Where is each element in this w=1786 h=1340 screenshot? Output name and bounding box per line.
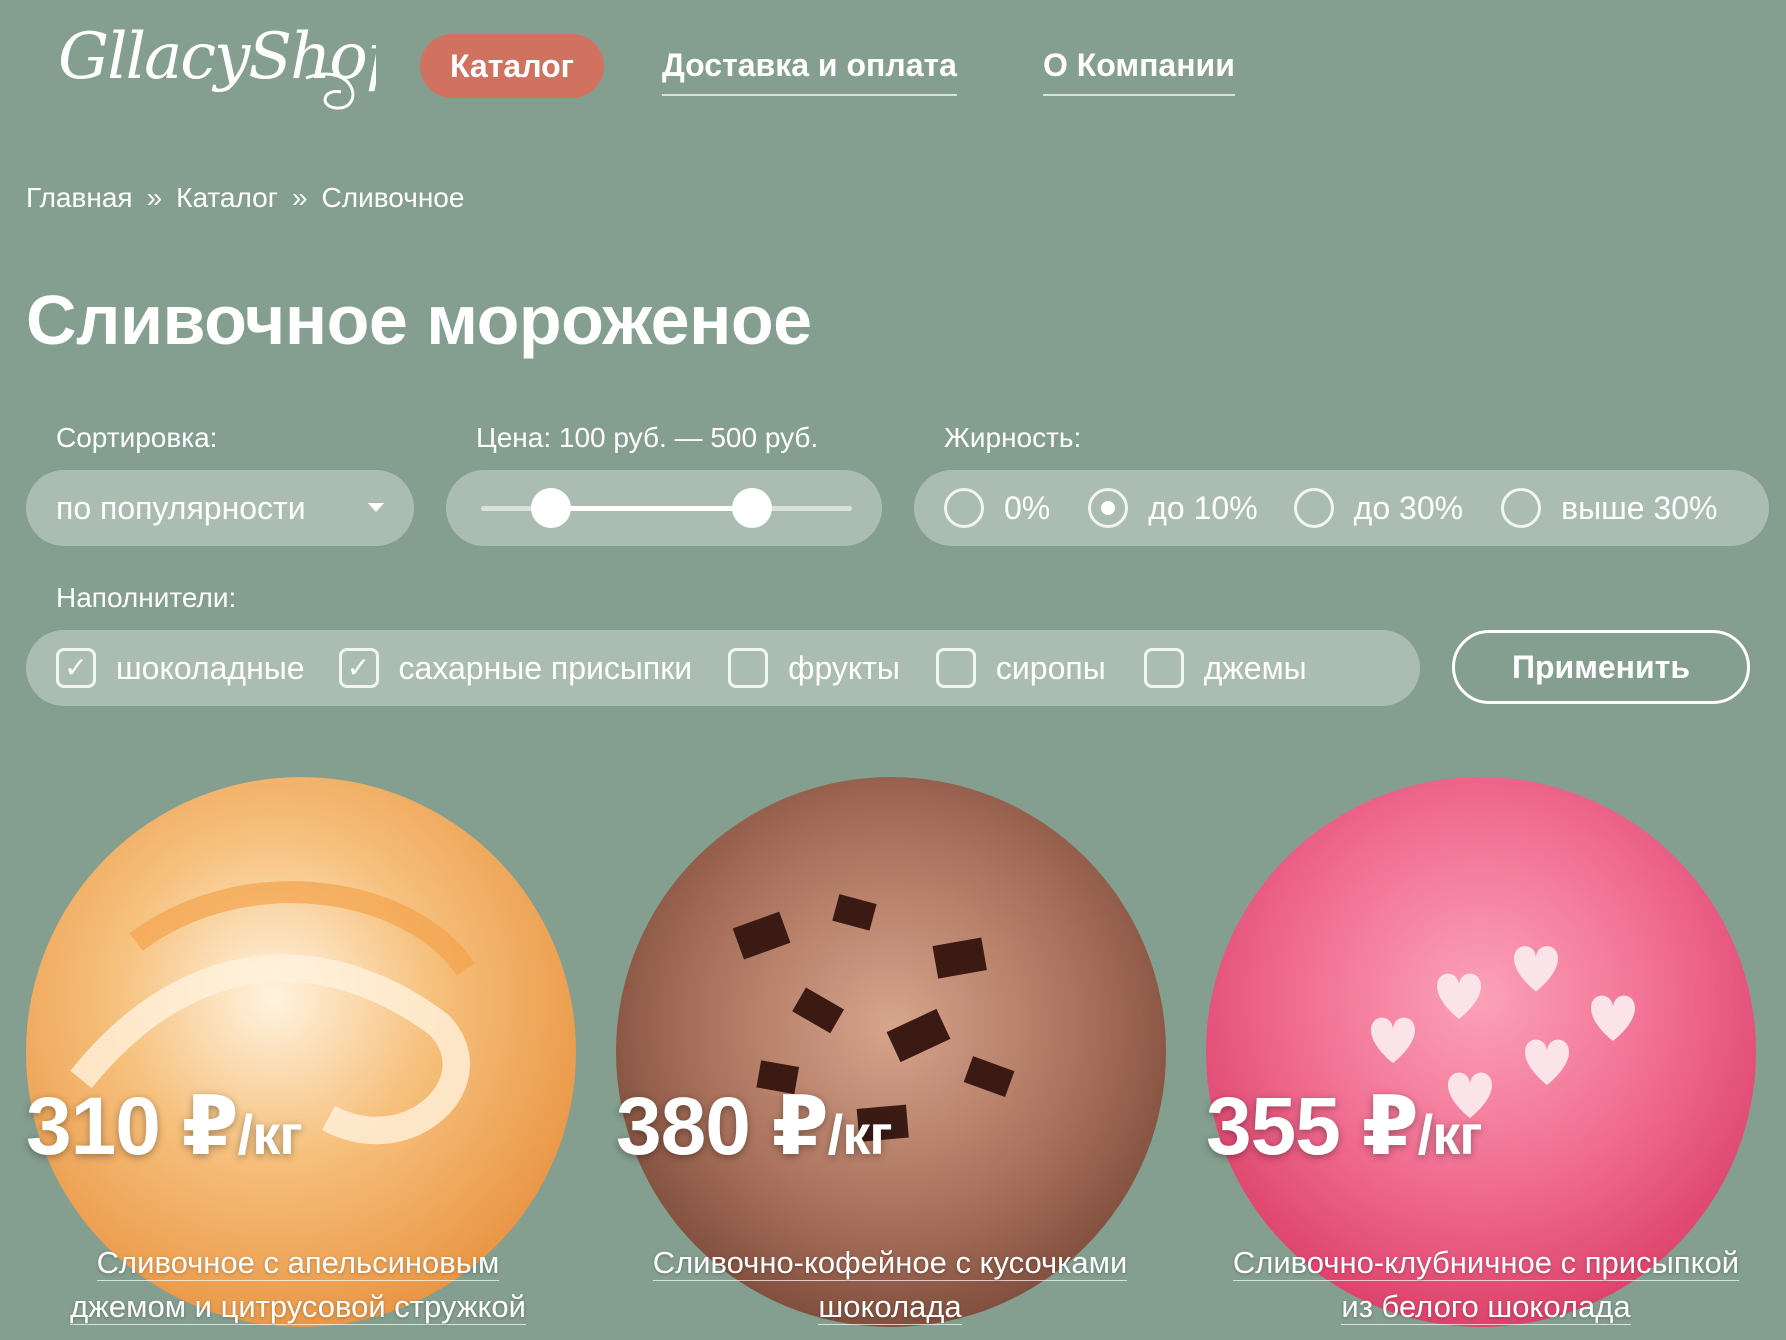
price-unit: /кг [1417,1103,1483,1166]
radio-button[interactable] [1088,488,1129,528]
fillers-label: Наполнители: [56,582,237,613]
breadcrumb-separator: » [146,182,163,213]
filler-option-label: шоколадные [116,649,305,686]
fat-option-label: до 30% [1353,489,1464,526]
checkbox[interactable] [1143,648,1184,688]
catalog-page: GllacyShop Каталог Доставка и оплата О К… [0,0,1786,1340]
price-max-handle[interactable] [731,488,772,528]
product-price: 355 ₽/кг [1206,1079,1483,1174]
product-name-line: шоколада [818,1289,962,1325]
filler-option-syrups[interactable]: сиропы [935,648,1106,688]
filler-option-chocolate[interactable]: ✓ шоколадные [56,648,305,688]
checkbox-checked[interactable]: ✓ [338,648,379,688]
fat-option-30[interactable]: до 30% [1293,488,1464,528]
price-min-handle[interactable] [531,488,572,528]
price-unit: /кг [237,1103,303,1166]
price-range-slider [446,470,882,546]
price-track-fill [551,506,752,511]
product-name-line: Сливочно-клубничное с присыпкой [1232,1245,1740,1281]
radio-button[interactable] [1501,488,1542,528]
price-label: Цена: 100 руб. — 500 руб. [476,422,819,453]
price-value: 355 ₽ [1206,1081,1419,1172]
product-name-link[interactable]: Сливочно-клубничное с присыпкой из белог… [1206,1241,1766,1329]
fat-radio-group: 0% до 10% до 30% выше 30% [914,470,1769,546]
filler-option-label: сиропы [995,649,1106,686]
fat-option-label: выше 30% [1561,489,1718,526]
filler-option-fruits[interactable]: фрукты [728,648,900,688]
page-title: Сливочное мороженое [26,281,812,359]
logo-text: GllacyShop [58,20,376,94]
fat-option-label: 0% [1004,489,1051,526]
filler-option-label: сахарные присыпки [398,649,693,686]
sort-label: Сортировка: [56,422,218,453]
sort-value: по популярности [56,489,306,526]
checkbox-checked[interactable]: ✓ [56,648,96,688]
sort-select[interactable]: по популярности [26,470,414,546]
fat-option-10[interactable]: до 10% [1088,488,1258,528]
logo[interactable]: GllacyShop [56,0,408,130]
price-value: 310 ₽ [26,1081,239,1172]
breadcrumb-catalog[interactable]: Каталог [176,182,278,214]
product-name-line: Сливочно-кофейное с кусочками [652,1245,1128,1281]
product-price: 310 ₽/кг [26,1079,303,1174]
radio-button[interactable] [944,488,984,528]
nav-catalog[interactable]: Каталог [420,34,604,98]
fat-option-over-30[interactable]: выше 30% [1501,488,1717,528]
breadcrumb: Главная » Каталог » Сливочное [26,182,464,214]
fat-option-0[interactable]: 0% [944,488,1050,528]
main-nav: Каталог Доставка и оплата О Компании [420,34,1235,98]
breadcrumb-home[interactable]: Главная [26,182,133,214]
product-price: 380 ₽/кг [616,1079,893,1174]
checkbox[interactable] [935,648,976,688]
breadcrumb-current: Сливочное [321,182,465,213]
fat-option-label: до 10% [1148,489,1258,526]
nav-about[interactable]: О Компании [1042,36,1235,96]
radio-button[interactable] [1293,488,1334,528]
product-name-link[interactable]: Сливочно-кофейное с кусочками шоколада [610,1241,1170,1329]
filler-option-label: джемы [1203,649,1307,686]
breadcrumb-separator: » [291,182,308,213]
filler-option-jams[interactable]: джемы [1143,648,1307,688]
chevron-down-icon [368,503,384,512]
product-name-line: из белого шоколада [1341,1289,1631,1325]
checkbox[interactable] [728,648,769,688]
product-name-line: Сливочное с апельсиновым [96,1245,500,1281]
logo-mark: GllacyShop [58,20,408,110]
filler-option-label: фрукты [788,649,900,686]
product-name-link[interactable]: Сливочное с апельсиновым джемом и цитрус… [18,1241,578,1329]
filler-option-sprinkles[interactable]: ✓ сахарные присыпки [338,648,693,688]
price-unit: /кг [827,1103,893,1166]
price-value: 380 ₽ [616,1081,829,1172]
fillers-checkbox-group: ✓ шоколадные ✓ сахарные присыпки фрукты … [26,630,1420,706]
fat-label: Жирность: [944,422,1082,453]
product-name-line: джемом и цитрусовой стружкой [70,1289,526,1325]
nav-delivery[interactable]: Доставка и оплата [661,36,957,96]
apply-filters-button[interactable]: Применить [1452,630,1750,704]
